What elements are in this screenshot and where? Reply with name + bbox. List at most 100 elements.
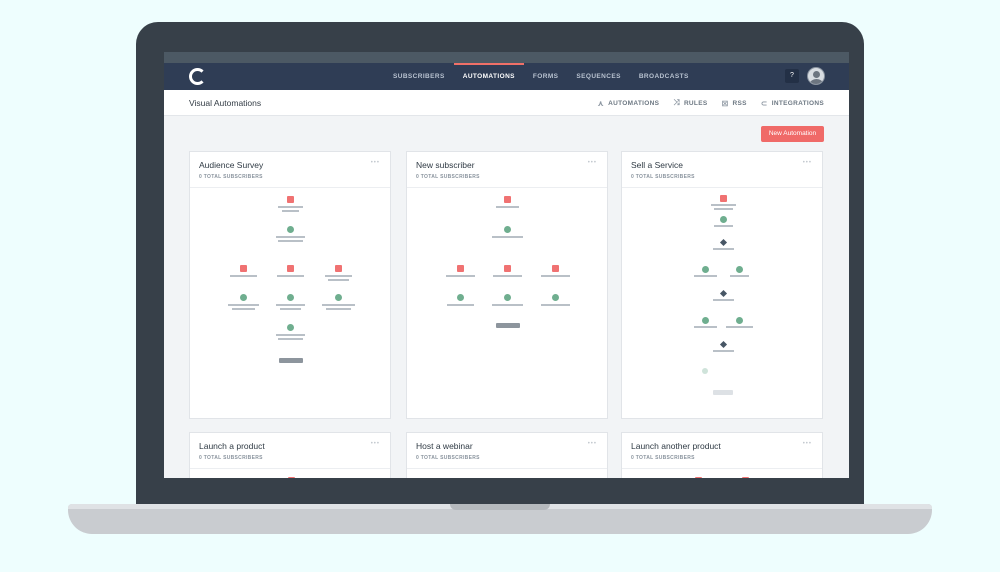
browser-strip — [164, 52, 849, 63]
flow-action-node — [504, 226, 511, 233]
integrations-icon: ⊂ — [760, 98, 768, 108]
flow-node-label — [730, 275, 749, 277]
card-menu-icon[interactable]: ••• — [371, 441, 380, 447]
card-header: Audience Survey 0 TOTAL SUBSCRIBERS ••• — [190, 152, 390, 188]
page-title: Visual Automations — [189, 98, 262, 108]
flow-node-label — [278, 338, 303, 340]
flow-node-label — [278, 240, 303, 242]
flow-node-label — [276, 236, 305, 238]
rss-icon: ⊠ — [721, 98, 729, 108]
nav-automations[interactable]: AUTOMATIONS — [453, 63, 525, 90]
flow-node-label — [282, 210, 299, 212]
subnav-integrations-label: INTEGRATIONS — [771, 99, 824, 107]
flow-node-label — [322, 304, 355, 306]
flow-action-node — [240, 294, 247, 301]
card-menu-icon[interactable]: ••• — [588, 160, 597, 166]
card-menu-icon[interactable]: ••• — [371, 160, 380, 166]
flow-add-step-button[interactable] — [279, 358, 303, 363]
flow-action-node — [736, 317, 743, 324]
flow-node-label — [230, 275, 257, 277]
flow-node-label — [277, 275, 304, 277]
flow-event-node — [720, 195, 727, 202]
flow-event-node — [335, 265, 342, 272]
nav-subscribers[interactable]: SUBSCRIBERS — [384, 63, 454, 90]
flow-node-label — [541, 304, 570, 306]
card-menu-icon[interactable]: ••• — [803, 160, 812, 166]
flow-action-node — [335, 294, 342, 301]
flow-event-node — [240, 265, 247, 272]
flow-node-label — [446, 275, 475, 277]
app-screen: SUBSCRIBERS AUTOMATIONS FORMS SEQUENCES … — [164, 52, 849, 478]
flow-node-label — [328, 279, 349, 281]
flow-pending-node — [702, 368, 708, 374]
automation-card-host-a-webinar[interactable]: Host a webinar 0 TOTAL SUBSCRIBERS ••• — [406, 432, 608, 478]
card-header: Host a webinar 0 TOTAL SUBSCRIBERS ••• — [407, 433, 607, 469]
flow-event-node — [504, 265, 511, 272]
flow-node-label — [447, 304, 474, 306]
new-automation-button[interactable]: New Automation — [761, 126, 824, 142]
flow-condition-node — [719, 340, 728, 349]
flow-node-label — [714, 225, 733, 227]
automation-card-new-subscriber[interactable]: New subscriber 0 TOTAL SUBSCRIBERS ••• — [406, 151, 608, 419]
subnav-integrations[interactable]: ⊂ INTEGRATIONS — [761, 90, 824, 116]
card-menu-icon[interactable]: ••• — [803, 441, 812, 447]
automation-flow — [622, 188, 822, 418]
flow-event-node — [287, 196, 294, 203]
subnav-rss[interactable]: ⊠ RSS — [721, 90, 746, 116]
automation-card-launch-a-product[interactable]: Launch a product 0 TOTAL SUBSCRIBERS ••• — [189, 432, 391, 478]
flow-node-label — [713, 248, 734, 250]
subnav-rules[interactable]: ⤨ RULES — [673, 90, 707, 116]
flow-node-label — [492, 304, 523, 306]
automation-card-launch-another-product[interactable]: Launch another product 0 TOTAL SUBSCRIBE… — [621, 432, 823, 478]
card-subscriber-count: 0 TOTAL SUBSCRIBERS — [631, 455, 695, 461]
automations-icon: ⋏ — [597, 98, 605, 108]
flow-event-node — [504, 196, 511, 203]
flow-condition-node — [719, 238, 728, 247]
card-title: Sell a Service — [631, 160, 683, 170]
flow-action-node — [287, 294, 294, 301]
flow-node-label — [541, 275, 570, 277]
card-menu-icon[interactable]: ••• — [588, 441, 597, 447]
flow-add-step-button[interactable] — [496, 323, 520, 328]
flow-event-node — [742, 477, 749, 478]
logo-icon[interactable] — [189, 68, 206, 85]
card-title: Launch another product — [631, 441, 721, 451]
card-subscriber-count: 0 TOTAL SUBSCRIBERS — [199, 174, 263, 180]
main-nav: SUBSCRIBERS AUTOMATIONS FORMS SEQUENCES … — [384, 63, 698, 90]
flow-node-label — [228, 304, 259, 306]
flow-event-node — [695, 477, 702, 478]
laptop-notch — [450, 504, 550, 510]
flow-condition-node — [719, 289, 728, 298]
card-subscriber-count: 0 TOTAL SUBSCRIBERS — [199, 455, 263, 461]
avatar[interactable] — [807, 67, 825, 85]
card-header: Launch a product 0 TOTAL SUBSCRIBERS ••• — [190, 433, 390, 469]
flow-node-label — [714, 208, 733, 210]
card-title: New subscriber — [416, 160, 475, 170]
flow-node-label — [711, 204, 736, 206]
subnav-rss-label: RSS — [732, 99, 747, 107]
flow-action-node — [702, 266, 709, 273]
flow-node-label — [280, 308, 301, 310]
flow-event-node — [288, 477, 295, 478]
automation-card-sell-a-service[interactable]: Sell a Service 0 TOTAL SUBSCRIBERS ••• — [621, 151, 823, 419]
flow-event-node — [287, 265, 294, 272]
flow-node-label — [726, 326, 753, 328]
flow-add-step-button[interactable] — [713, 390, 733, 395]
nav-sequences[interactable]: SEQUENCES — [567, 63, 629, 90]
subnav-automations[interactable]: ⋏ AUTOMATIONS — [597, 90, 659, 116]
flow-node-label — [325, 275, 352, 277]
automation-card-audience-survey[interactable]: Audience Survey 0 TOTAL SUBSCRIBERS ••• — [189, 151, 391, 419]
subnav-automations-label: AUTOMATIONS — [608, 99, 660, 107]
sub-header: Visual Automations ⋏ AUTOMATIONS ⤨ RULES ⊠… — [164, 90, 849, 116]
flow-action-node — [287, 324, 294, 331]
card-subscriber-count: 0 TOTAL SUBSCRIBERS — [631, 174, 695, 180]
flow-action-node — [720, 216, 727, 223]
help-button[interactable]: ? — [785, 69, 799, 83]
nav-broadcasts[interactable]: BROADCASTS — [630, 63, 698, 90]
nav-forms[interactable]: FORMS — [524, 63, 567, 90]
flow-node-label — [694, 326, 717, 328]
flow-node-label — [492, 236, 523, 238]
flow-node-label — [713, 299, 734, 301]
card-title: Audience Survey — [199, 160, 264, 170]
flow-node-label — [713, 350, 734, 352]
